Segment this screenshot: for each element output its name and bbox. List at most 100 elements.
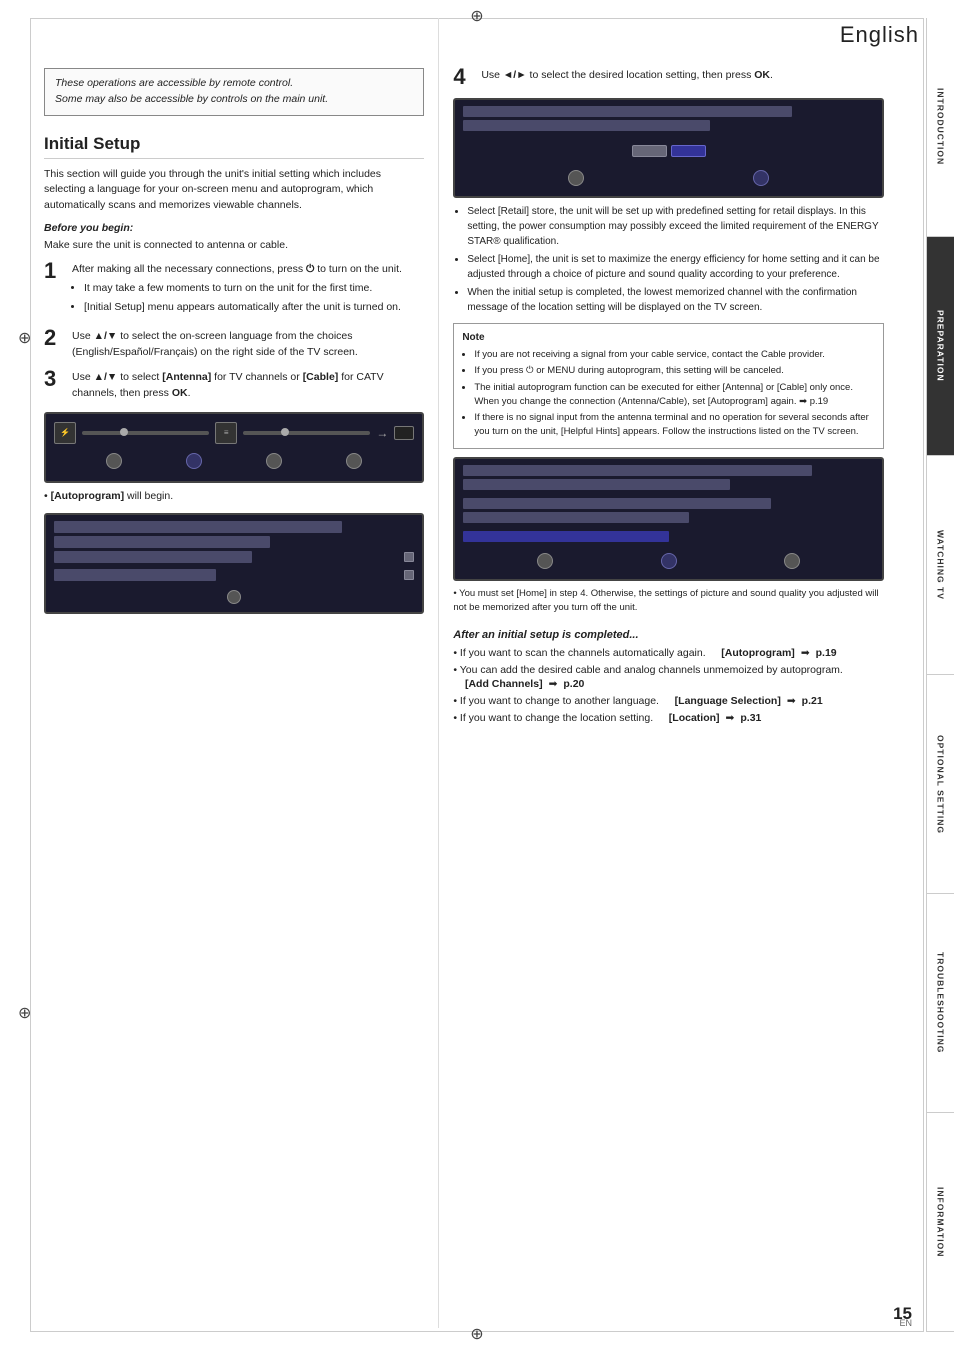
channel-screen-buttons xyxy=(54,449,414,473)
channel-row-1: ⚡ ≡ → xyxy=(54,422,414,444)
btn-3 xyxy=(266,453,282,469)
after-bullet-4: • If you want to change the location set… xyxy=(453,712,653,724)
step-4-number: 4 xyxy=(453,66,475,88)
step-4-content: Use ◄/► to select the desired location s… xyxy=(481,68,884,84)
intro-text: This section will guide you through the … xyxy=(44,167,424,214)
auto-bar-4 xyxy=(54,569,216,581)
after-page-4: p.31 xyxy=(740,712,761,724)
hint-screen-buttons xyxy=(463,549,874,573)
note-1: If you are not receiving a signal from y… xyxy=(474,348,875,362)
location-bullets: Select [Retail] store, the unit will be … xyxy=(453,204,884,315)
auto-check-2 xyxy=(404,570,414,580)
sidebar-tab-preparation[interactable]: PREPARATION xyxy=(927,237,954,456)
section-title: Initial Setup xyxy=(44,134,424,159)
after-item-4: • If you want to change the location set… xyxy=(453,712,884,724)
note-3: The initial autoprogram function can be … xyxy=(474,381,875,410)
loc-bar-2 xyxy=(463,120,709,131)
note-box: Note If you are not receiving a signal f… xyxy=(453,323,884,449)
helpful-hints-screen-mockup xyxy=(453,457,884,581)
auto-bar-3 xyxy=(54,551,252,563)
after-bullet-2: • You can add the desired cable and anal… xyxy=(453,664,843,676)
step-2-content: Use ▲/▼ to select the on-screen language… xyxy=(72,329,424,361)
page-lang-code: EN xyxy=(899,1318,912,1328)
home-btn xyxy=(671,145,706,157)
after-arrow-1: ➡ xyxy=(801,647,810,659)
after-item-1: • If you want to scan the channels autom… xyxy=(453,647,884,659)
hint-bar-3 xyxy=(463,498,771,509)
hint-btn-3 xyxy=(784,553,800,569)
auto-bar-1 xyxy=(54,521,342,533)
hint-btn-1 xyxy=(537,553,553,569)
after-label-1: [Autoprogram] xyxy=(710,647,795,659)
notice-line2: Some may also be accessible by controls … xyxy=(55,93,328,105)
home-note: • You must set [Home] in step 4. Otherwi… xyxy=(453,587,884,616)
arrow-icon: → xyxy=(376,426,388,440)
auto-check-1 xyxy=(404,552,414,562)
after-heading: After an initial setup is completed... xyxy=(453,629,884,641)
note-4: If there is no signal input from the ant… xyxy=(474,411,875,440)
antenna-icon: ⚡ xyxy=(54,422,76,444)
auto-row-1 xyxy=(54,551,414,563)
main-content: These operations are accessible by remot… xyxy=(36,18,892,1328)
sidebar-tab-introduction[interactable]: INTRODUCTION xyxy=(927,18,954,237)
notice-line1: These operations are accessible by remot… xyxy=(55,77,293,89)
sidebar-tab-information[interactable]: INFORMATION xyxy=(927,1113,954,1332)
location-screen-top-mockup xyxy=(453,98,884,198)
loc-btn-2 xyxy=(753,170,769,186)
hint-bar-4 xyxy=(463,512,689,523)
btn-4 xyxy=(346,453,362,469)
sidebar-tab-optional-setting[interactable]: OPTIONAL SETTING xyxy=(927,675,954,894)
after-item-2: • You can add the desired cable and anal… xyxy=(453,664,884,690)
autoprogram-bullet: • [Autoprogram] will begin. xyxy=(44,489,424,505)
loc-btn-1 xyxy=(568,170,584,186)
step-3: 3 Use ▲/▼ to select [Antenna] for TV cha… xyxy=(44,370,424,402)
compass-left-bottom-icon: ⊕ xyxy=(18,1003,31,1023)
left-column: These operations are accessible by remot… xyxy=(36,18,438,1328)
loc-screen-buttons xyxy=(463,166,874,190)
step-1: 1 After making all the necessary connect… xyxy=(44,262,424,319)
auto-row-2 xyxy=(54,569,414,581)
step-3-content: Use ▲/▼ to select [Antenna] for TV chann… xyxy=(72,370,424,402)
sidebar-tab-watching-tv[interactable]: WATCHING TV xyxy=(927,456,954,675)
page-border-right xyxy=(923,18,924,1332)
note-title: Note xyxy=(462,330,875,345)
sidebar-tab-troubleshooting[interactable]: TROUBLESHOOTING xyxy=(927,894,954,1113)
after-label-2: [Add Channels] xyxy=(453,678,542,690)
btn-2 xyxy=(186,453,202,469)
step-3-number: 3 xyxy=(44,368,66,390)
after-page-2: p.20 xyxy=(563,678,584,690)
before-heading: Before you begin: xyxy=(44,222,424,234)
location-bullet-2: Select [Home], the unit is set to maximi… xyxy=(467,252,884,282)
step-1-bullet-2: [Initial Setup] menu appears automatical… xyxy=(84,300,424,316)
step-1-bullet-1: It may take a few moments to turn on the… xyxy=(84,281,424,297)
loc-btn-row xyxy=(463,145,874,157)
after-arrow-2: ➡ xyxy=(549,678,558,690)
cable-slider xyxy=(243,431,370,435)
after-bullet-1: • If you want to scan the channels autom… xyxy=(453,647,705,659)
step-1-number: 1 xyxy=(44,260,66,282)
after-setup-section: After an initial setup is completed... •… xyxy=(453,629,884,724)
step-2-number: 2 xyxy=(44,327,66,349)
compass-left-top-icon: ⊕ xyxy=(18,328,31,348)
loc-bar-1 xyxy=(463,106,792,117)
hint-bar-2 xyxy=(463,479,730,490)
hint-bar-1 xyxy=(463,465,812,476)
after-label-4: [Location] xyxy=(657,712,719,724)
antenna-slider xyxy=(82,431,209,435)
after-label-3: [Language Selection] xyxy=(663,695,781,707)
note-2: If you press ⏻ or MENU during autoprogra… xyxy=(474,364,875,378)
after-item-3: • If you want to change to another langu… xyxy=(453,695,884,707)
after-page-1: p.19 xyxy=(816,647,837,659)
after-page-3: p.21 xyxy=(802,695,823,707)
retail-btn xyxy=(632,145,667,157)
autoprogram-screen-mockup xyxy=(44,513,424,614)
btn-1 xyxy=(106,453,122,469)
auto-bar-2 xyxy=(54,536,270,548)
after-bullet-3: • If you want to change to another langu… xyxy=(453,695,659,707)
hint-btn-2 xyxy=(661,553,677,569)
auto-scr-btn xyxy=(227,590,241,604)
tv-icon xyxy=(394,426,414,440)
right-column: 4 Use ◄/► to select the desired location… xyxy=(438,18,892,1328)
location-bullet-1: Select [Retail] store, the unit will be … xyxy=(467,204,884,249)
page-border-left xyxy=(30,18,31,1332)
